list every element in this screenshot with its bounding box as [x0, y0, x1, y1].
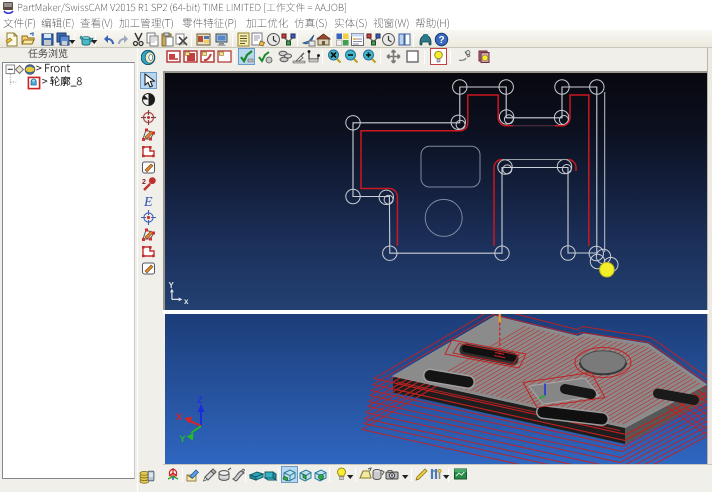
svg-text:X: X	[176, 412, 182, 422]
svg-text:2: 2	[142, 179, 146, 186]
svg-text:?: ?	[438, 35, 444, 46]
svg-text:Y: Y	[180, 434, 186, 444]
svg-text:Y: Y	[169, 281, 175, 290]
svg-text:E: E	[143, 195, 153, 208]
svg-text:x: x	[184, 297, 189, 306]
svg-text:Z: Z	[197, 395, 203, 405]
